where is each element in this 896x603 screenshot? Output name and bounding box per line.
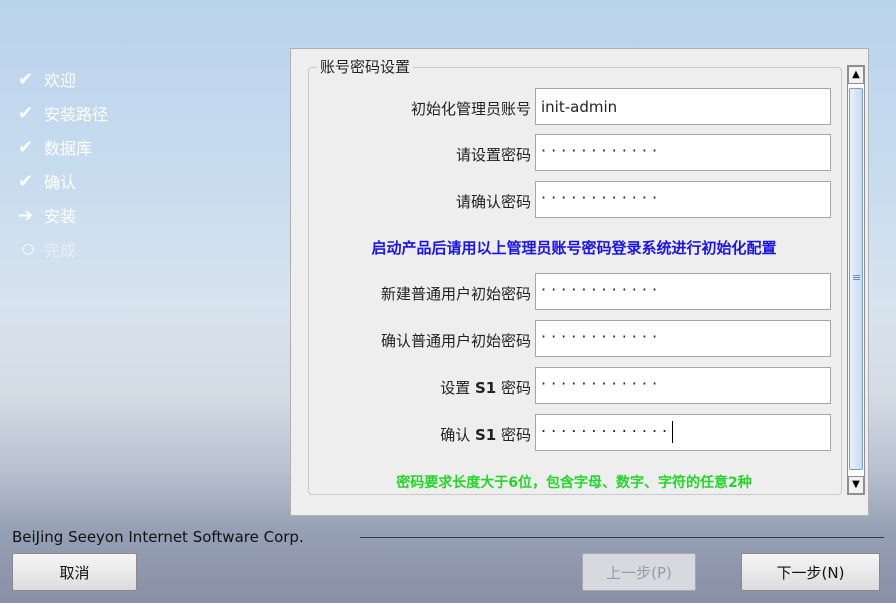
step-install: ➔ 安装	[18, 198, 108, 232]
next-button[interactable]: 下一步(N)	[741, 553, 880, 591]
s1-confirm-post: 密码	[496, 426, 531, 444]
password-label: 请设置密码	[455, 146, 531, 164]
step-label: 数据库	[44, 139, 93, 158]
scrollbar-thumb[interactable]	[849, 88, 863, 470]
password-row: 请设置密码 ············	[309, 134, 839, 174]
scroll-down-icon[interactable]: ▼	[848, 476, 864, 494]
s1-label-bold: S1	[474, 379, 497, 397]
cancel-button[interactable]: 取消	[12, 553, 137, 591]
wizard-steps: ✔ 欢迎 ✔ 安装路径 ✔ 数据库 ✔ 确认 ➔ 安装 ○ 完成	[18, 62, 108, 266]
user-password-row: 新建普通用户初始密码 ············	[309, 273, 839, 313]
user-password-input[interactable]: ············	[535, 273, 831, 310]
step-label: 安装	[44, 207, 77, 226]
password-confirm-label: 请确认密码	[455, 193, 531, 211]
admin-account-input[interactable]: init-admin	[535, 88, 831, 125]
footer-divider	[360, 537, 884, 538]
password-input[interactable]: ············	[535, 134, 831, 171]
account-password-group: 账号密码设置 初始化管理员账号 init-admin 请设置密码 ·······…	[308, 56, 842, 495]
step-install-path: ✔ 安装路径	[18, 96, 108, 130]
step-label: 欢迎	[44, 71, 77, 90]
s1-password-confirm-label: 确认 S1 密码	[440, 424, 531, 445]
s1-confirm-bold: S1	[474, 426, 497, 444]
password-confirm-row: 请确认密码 ············	[309, 181, 839, 221]
s1-password-input[interactable]: ············	[535, 367, 831, 404]
s1-label-pre: 设置	[440, 379, 475, 397]
admin-account-row: 初始化管理员账号 init-admin	[309, 88, 839, 128]
step-label: 完成	[44, 241, 77, 260]
circle-icon: ○	[22, 241, 35, 257]
step-finish: ○ 完成	[18, 232, 108, 266]
user-password-confirm-input[interactable]: ············	[535, 320, 831, 357]
check-icon: ✔	[18, 170, 34, 192]
previous-button[interactable]: 上一步(P)	[582, 553, 696, 591]
password-confirm-input[interactable]: ············	[535, 181, 831, 218]
user-password-label: 新建普通用户初始密码	[380, 285, 531, 303]
settings-panel: 账号密码设置 初始化管理员账号 init-admin 请设置密码 ·······…	[290, 48, 869, 516]
step-label: 确认	[44, 173, 77, 192]
step-confirm: ✔ 确认	[18, 164, 108, 198]
s1-confirm-pre: 确认	[440, 426, 475, 444]
s1-label-post: 密码	[496, 379, 531, 397]
step-database: ✔ 数据库	[18, 130, 108, 164]
step-label: 安装路径	[44, 105, 109, 124]
grip-icon	[853, 275, 860, 276]
s1-confirm-value: ·············	[541, 421, 673, 441]
admin-account-label: 初始化管理员账号	[410, 100, 531, 118]
arrow-right-icon: ➔	[18, 204, 34, 226]
vertical-scrollbar[interactable]: ▲ ▼	[847, 65, 865, 495]
step-welcome: ✔ 欢迎	[18, 62, 108, 96]
s1-password-label: 设置 S1 密码	[440, 377, 531, 398]
text-caret	[672, 421, 674, 443]
password-rule-hint: 密码要求长度大于6位，包含字母、数字、字符的任意2种	[396, 475, 752, 491]
user-password-confirm-label: 确认普通用户初始密码	[380, 332, 531, 350]
user-password-confirm-row: 确认普通用户初始密码 ············	[309, 320, 839, 360]
scroll-up-icon[interactable]: ▲	[848, 66, 864, 84]
admin-login-hint: 启动产品后请用以上管理员账号密码登录系统进行初始化配置	[371, 239, 777, 257]
s1-password-confirm-input[interactable]: ·············	[535, 414, 831, 451]
check-icon: ✔	[18, 136, 34, 158]
company-name: BeiJing Seeyon Internet Software Corp.	[12, 528, 304, 546]
s1-password-row: 设置 S1 密码 ············	[309, 367, 839, 407]
s1-password-confirm-row: 确认 S1 密码 ·············	[309, 414, 839, 454]
check-icon: ✔	[18, 102, 34, 124]
group-title: 账号密码设置	[317, 56, 414, 77]
check-icon: ✔	[18, 68, 34, 90]
